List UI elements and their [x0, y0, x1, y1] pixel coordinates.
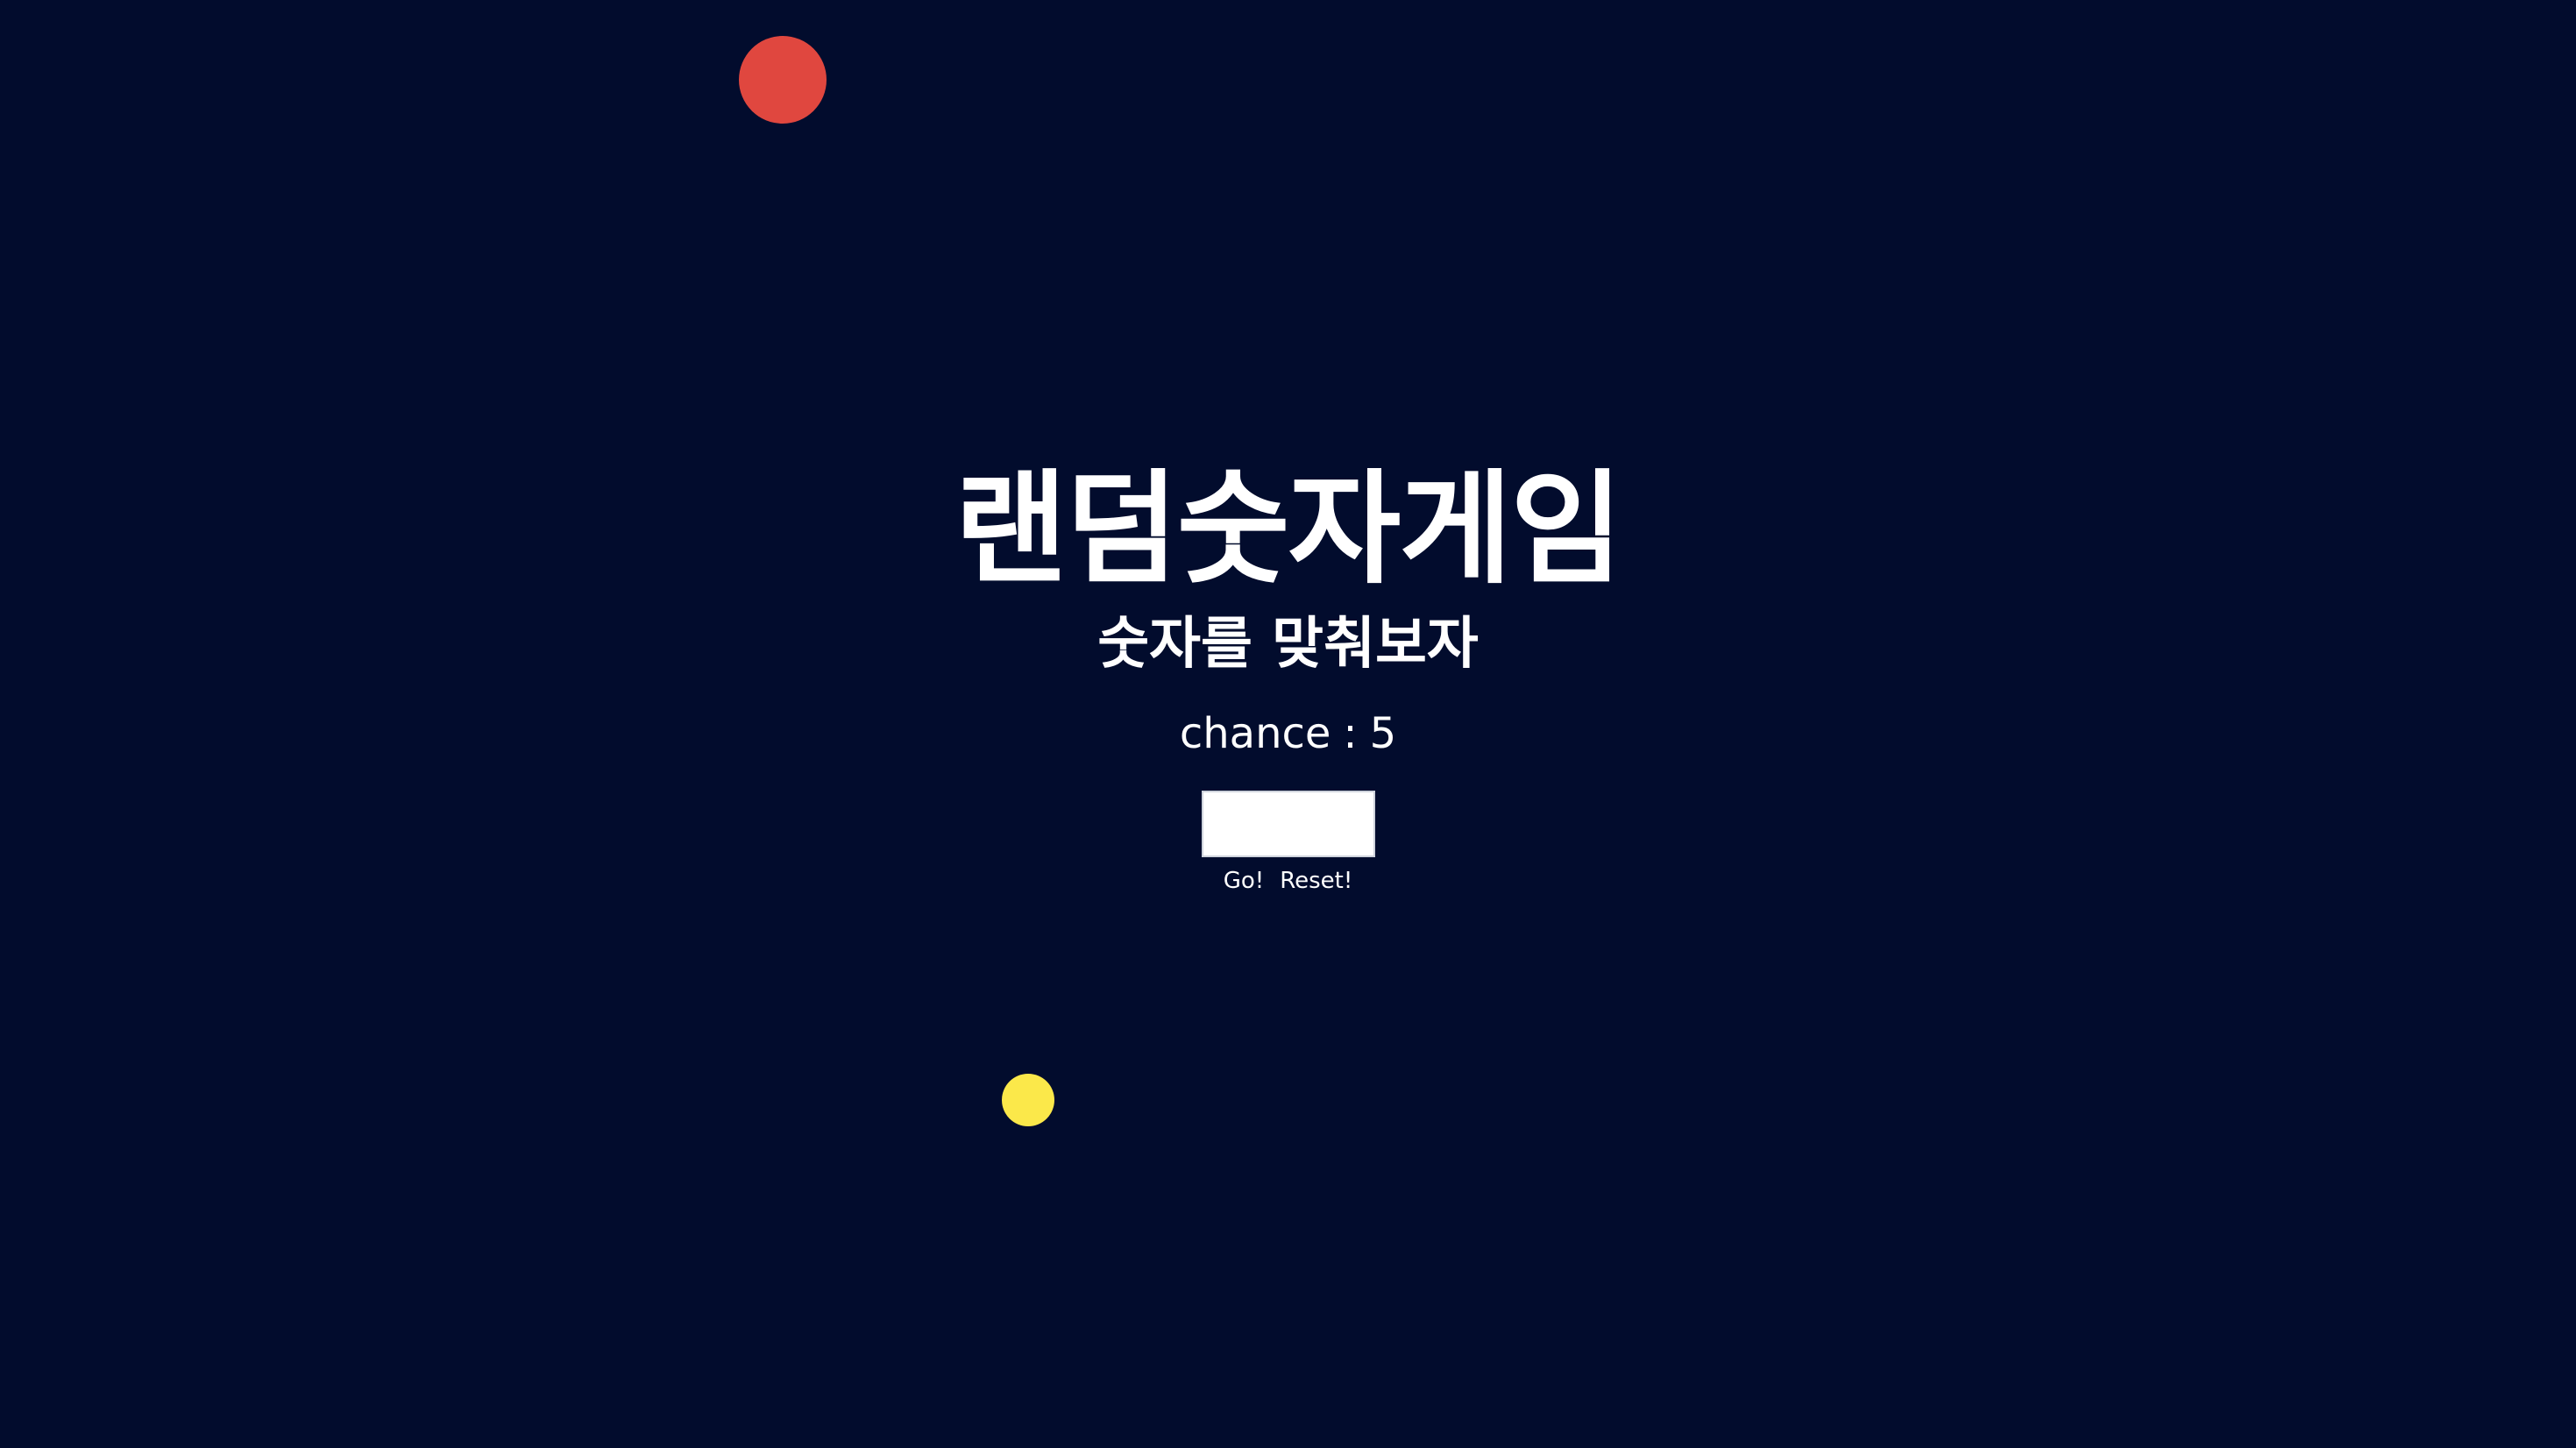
- game-page: 랜덤숫자게임 숫자를 맞춰보자 chance : 5 Go! Reset!: [0, 0, 2576, 1448]
- chance-label: chance: [1179, 709, 1331, 758]
- chance-display: chance : 5: [1180, 703, 1396, 764]
- reset-button[interactable]: Reset!: [1280, 868, 1352, 894]
- game-panel: 랜덤숫자게임 숫자를 맞춰보자 chance : 5 Go! Reset!: [0, 456, 2576, 894]
- chance-separator: :: [1343, 709, 1358, 758]
- action-buttons: Go! Reset!: [1224, 868, 1353, 894]
- red-orb-decoration: [739, 36, 827, 124]
- guess-number-input[interactable]: [1201, 791, 1375, 857]
- page-subtitle: 숫자를 맞춰보자: [1097, 612, 1479, 677]
- yellow-orb-decoration: [1002, 1074, 1054, 1126]
- page-title: 랜덤숫자게임: [954, 458, 1623, 601]
- chance-value: 5: [1369, 709, 1397, 758]
- go-button[interactable]: Go!: [1224, 868, 1264, 894]
